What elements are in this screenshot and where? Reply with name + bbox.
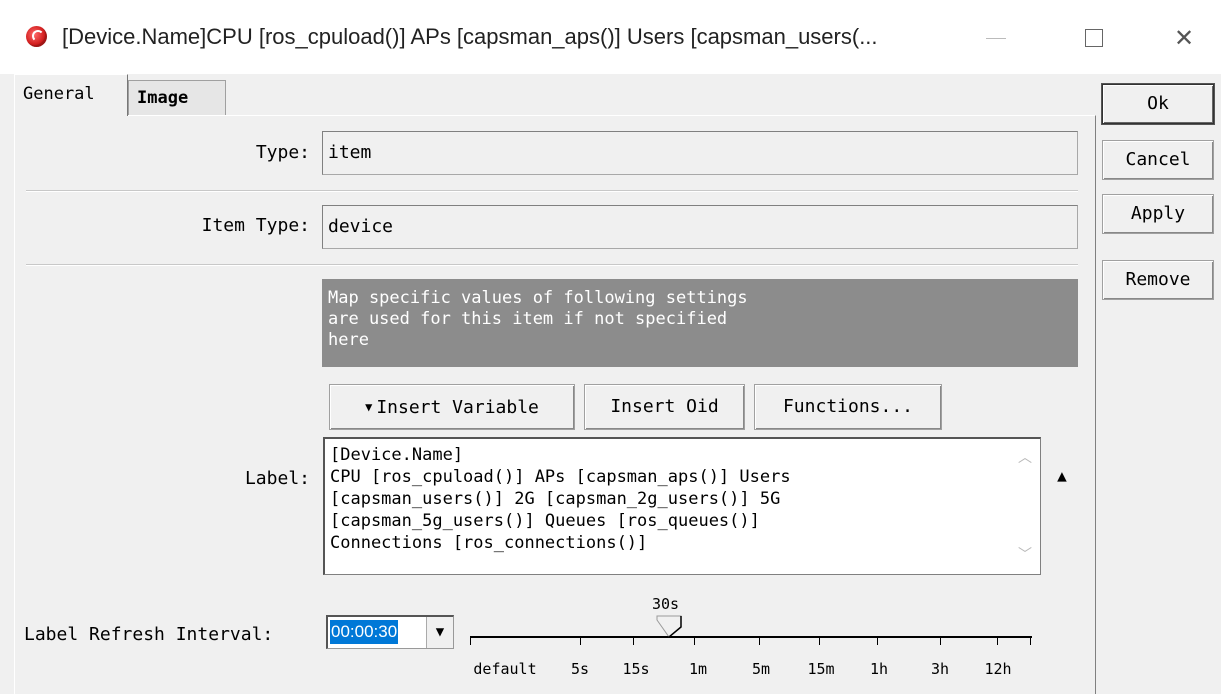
refresh-interval-value: 00:00:30 bbox=[330, 620, 399, 644]
item-type-field: device bbox=[322, 205, 1078, 249]
refresh-interval-label: Label Refresh Interval: bbox=[24, 624, 274, 645]
slider-tick bbox=[877, 637, 878, 645]
remove-button[interactable]: Remove bbox=[1102, 260, 1214, 300]
slider-tick bbox=[997, 637, 998, 645]
close-button[interactable]: ✕ bbox=[1154, 16, 1214, 60]
slider-tick bbox=[940, 637, 941, 645]
separator bbox=[26, 264, 1078, 266]
separator bbox=[26, 190, 1078, 192]
close-icon: ✕ bbox=[1173, 24, 1195, 52]
slider-tick-label: 1h bbox=[869, 660, 889, 678]
functions-button[interactable]: Functions... bbox=[754, 384, 942, 430]
maximize-icon bbox=[1085, 29, 1103, 47]
dropdown-arrow-icon[interactable]: ▼ bbox=[426, 617, 453, 648]
slider-tick-label: default bbox=[473, 660, 537, 678]
slider-tick-label: 3h bbox=[930, 660, 950, 678]
tab-general[interactable]: General bbox=[14, 74, 128, 116]
slider-tick bbox=[470, 637, 471, 645]
slider-tick bbox=[633, 637, 634, 645]
slider-tick-label: 12h bbox=[984, 660, 1012, 678]
slider-tick bbox=[819, 637, 820, 645]
insert-variable-button[interactable]: ▼ Insert Variable bbox=[329, 384, 575, 430]
slider-tick-label: 5m bbox=[751, 660, 771, 678]
title-bar: [Device.Name]CPU [ros_cpuload()] APs [ca… bbox=[0, 0, 1221, 74]
slider-thumb[interactable] bbox=[656, 615, 682, 639]
insert-variable-label: Insert Variable bbox=[376, 397, 539, 418]
cancel-button[interactable]: Cancel bbox=[1102, 140, 1214, 180]
slider-tick-label: 1m bbox=[688, 660, 708, 678]
collapse-up-icon[interactable]: ▲ bbox=[1052, 466, 1072, 486]
item-type-label: Item Type: bbox=[201, 215, 310, 236]
refresh-interval-combo[interactable]: 00:00:30 ▼ bbox=[326, 615, 454, 649]
app-icon bbox=[26, 26, 47, 47]
slider-tick-label: 15m bbox=[807, 660, 835, 678]
info-note: Map specific values of following setting… bbox=[322, 279, 1078, 367]
dropdown-triangle-icon: ▼ bbox=[365, 400, 373, 414]
type-field: item bbox=[322, 131, 1078, 175]
slider-current-label: 30s bbox=[652, 595, 680, 613]
refresh-slider-track[interactable] bbox=[470, 636, 1032, 638]
slider-tick bbox=[580, 637, 581, 645]
slider-tick bbox=[759, 637, 760, 645]
maximize-button[interactable] bbox=[1064, 16, 1124, 60]
slider-tick bbox=[694, 637, 695, 645]
scroll-up-icon[interactable]: ︿ bbox=[1018, 451, 1032, 465]
window-title: [Device.Name]CPU [ros_cpuload()] APs [ca… bbox=[62, 24, 878, 49]
label-text: [Device.Name] CPU [ros_cpuload()] APs [c… bbox=[330, 445, 791, 553]
label-textarea[interactable]: [Device.Name] CPU [ros_cpuload()] APs [c… bbox=[323, 437, 1041, 575]
insert-oid-button[interactable]: Insert Oid bbox=[584, 384, 745, 430]
slider-tick bbox=[1030, 637, 1031, 645]
slider-tick-label: 15s bbox=[622, 660, 650, 678]
tab-image[interactable]: Image bbox=[128, 80, 226, 116]
minimize-icon bbox=[986, 37, 1006, 39]
label-label: Label: bbox=[244, 468, 310, 489]
slider-tick-label: 5s bbox=[570, 660, 590, 678]
apply-button[interactable]: Apply bbox=[1102, 194, 1214, 234]
scroll-down-icon[interactable]: ﹀ bbox=[1018, 548, 1032, 562]
type-label: Type: bbox=[255, 142, 310, 163]
minimize-button[interactable] bbox=[966, 16, 1026, 60]
ok-button[interactable]: Ok bbox=[1102, 84, 1214, 124]
